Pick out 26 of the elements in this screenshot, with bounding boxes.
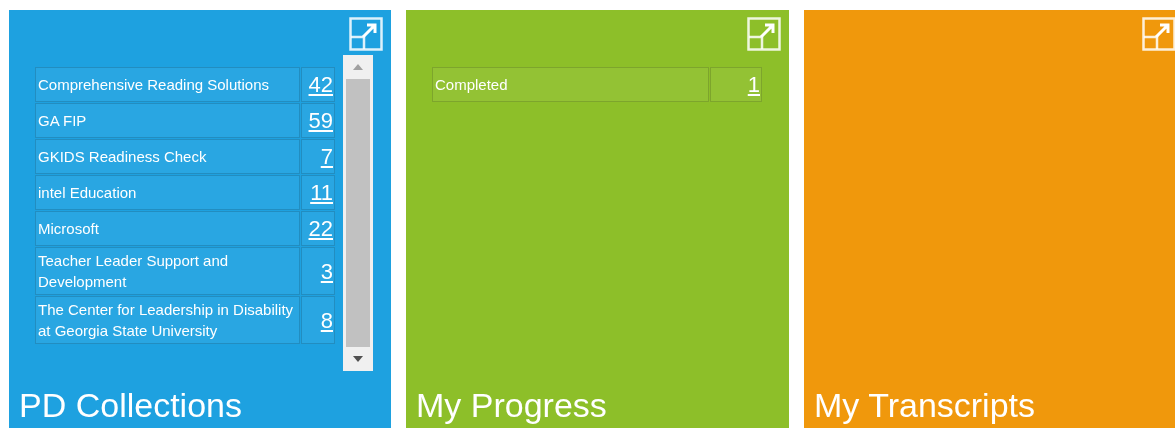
count-link[interactable]: 7 xyxy=(301,139,335,174)
count-link[interactable]: 1 xyxy=(710,67,762,102)
down-arrow-icon[interactable] xyxy=(353,356,363,362)
tile-title[interactable]: My Progress xyxy=(406,383,789,428)
expand-icon[interactable] xyxy=(747,17,781,51)
expand-icon[interactable] xyxy=(349,17,383,51)
count-link[interactable]: 22 xyxy=(301,211,335,246)
count-link[interactable]: 59 xyxy=(301,103,335,138)
expand-icon[interactable] xyxy=(1142,17,1175,51)
scrollbar[interactable] xyxy=(343,55,373,371)
table-cell: Teacher Leader Support and Development xyxy=(35,247,300,295)
table-cell: intel Education xyxy=(35,175,300,210)
tile-title[interactable]: My Transcripts xyxy=(804,383,1175,428)
table-cell: GKIDS Readiness Check xyxy=(35,139,300,174)
table-cell: The Center for Leadership in Disability at Georgia State University xyxy=(35,296,300,344)
count-link[interactable]: 8 xyxy=(301,296,335,344)
count-link[interactable]: 11 xyxy=(301,175,335,210)
count-link[interactable]: 42 xyxy=(301,67,335,102)
count-link[interactable]: 3 xyxy=(301,247,335,295)
scrollbar-thumb[interactable] xyxy=(346,79,370,347)
table-cell: Comprehensive Reading Solutions xyxy=(35,67,300,102)
table-cell: Completed xyxy=(432,67,709,102)
up-arrow-icon[interactable] xyxy=(353,64,363,70)
table-cell: Microsoft xyxy=(35,211,300,246)
tile-title[interactable]: PD Collections xyxy=(9,383,391,428)
table-cell: GA FIP xyxy=(35,103,300,138)
